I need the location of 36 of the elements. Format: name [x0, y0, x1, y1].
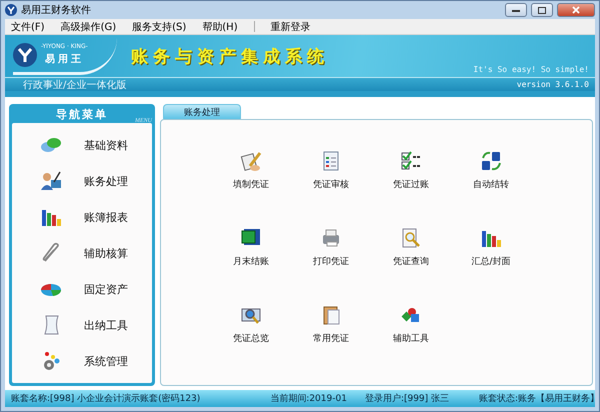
function-button[interactable]: 打印凭证	[291, 227, 371, 268]
tab[interactable]: 账务处理	[163, 104, 241, 119]
menu-item[interactable]: 服务支持(S)	[132, 20, 186, 34]
slogan: It's So easy! So simple!	[473, 65, 589, 74]
function-button[interactable]: 自动结转	[451, 150, 531, 191]
nav-item[interactable]: 账务处理	[12, 166, 152, 196]
function-button[interactable]: 填制凭证	[211, 150, 291, 191]
nav-item[interactable]: 账簿报表	[12, 202, 152, 232]
nav-item[interactable]: 基础资料	[12, 130, 152, 160]
menu-item[interactable]: 高级操作(G)	[60, 20, 116, 34]
nav-title: 导航菜单	[56, 107, 108, 122]
nav-item[interactable]: 系统管理	[12, 346, 152, 376]
nav-item[interactable]: 出纳工具	[12, 310, 152, 340]
account-name: 账套名称:[998] 小企业会计演示账套(密码123)	[11, 392, 200, 405]
account-state: 账套状态:账务	[479, 392, 536, 405]
function-button[interactable]: 凭证查询	[371, 227, 451, 268]
function-button[interactable]: 月末结账	[211, 227, 291, 268]
function-button[interactable]: 凭证过账	[371, 150, 451, 191]
function-button[interactable]: 凭证审核	[291, 150, 371, 191]
nav-item[interactable]: 固定资产	[12, 274, 152, 304]
brand-label: 【易用王财务】	[536, 392, 600, 405]
window-title: 易用王财务软件	[21, 4, 92, 17]
current-period: 当前期间:2019-01	[270, 392, 347, 405]
function-button[interactable]: 常用凭证	[291, 304, 371, 345]
system-title: 账务与资产集成系统	[131, 46, 330, 68]
menu-item[interactable]: 帮助(H)	[202, 20, 238, 34]
function-button[interactable]: 辅助工具	[371, 304, 451, 345]
nav-item[interactable]: 辅助核算	[12, 238, 152, 268]
version-label: version 3.6.1.0	[516, 80, 589, 89]
logo-name: 易用王	[44, 52, 84, 66]
edition-label: 行政事业/企业一体化版	[23, 78, 126, 92]
menu-item[interactable]: 文件(F)	[11, 20, 45, 34]
logged-in-user: 登录用户:[999] 张三	[364, 392, 450, 405]
menu-item[interactable]: 重新登录	[270, 20, 311, 34]
function-button[interactable]: 汇总/封面	[451, 227, 531, 268]
function-button[interactable]: 凭证总览	[211, 304, 291, 345]
